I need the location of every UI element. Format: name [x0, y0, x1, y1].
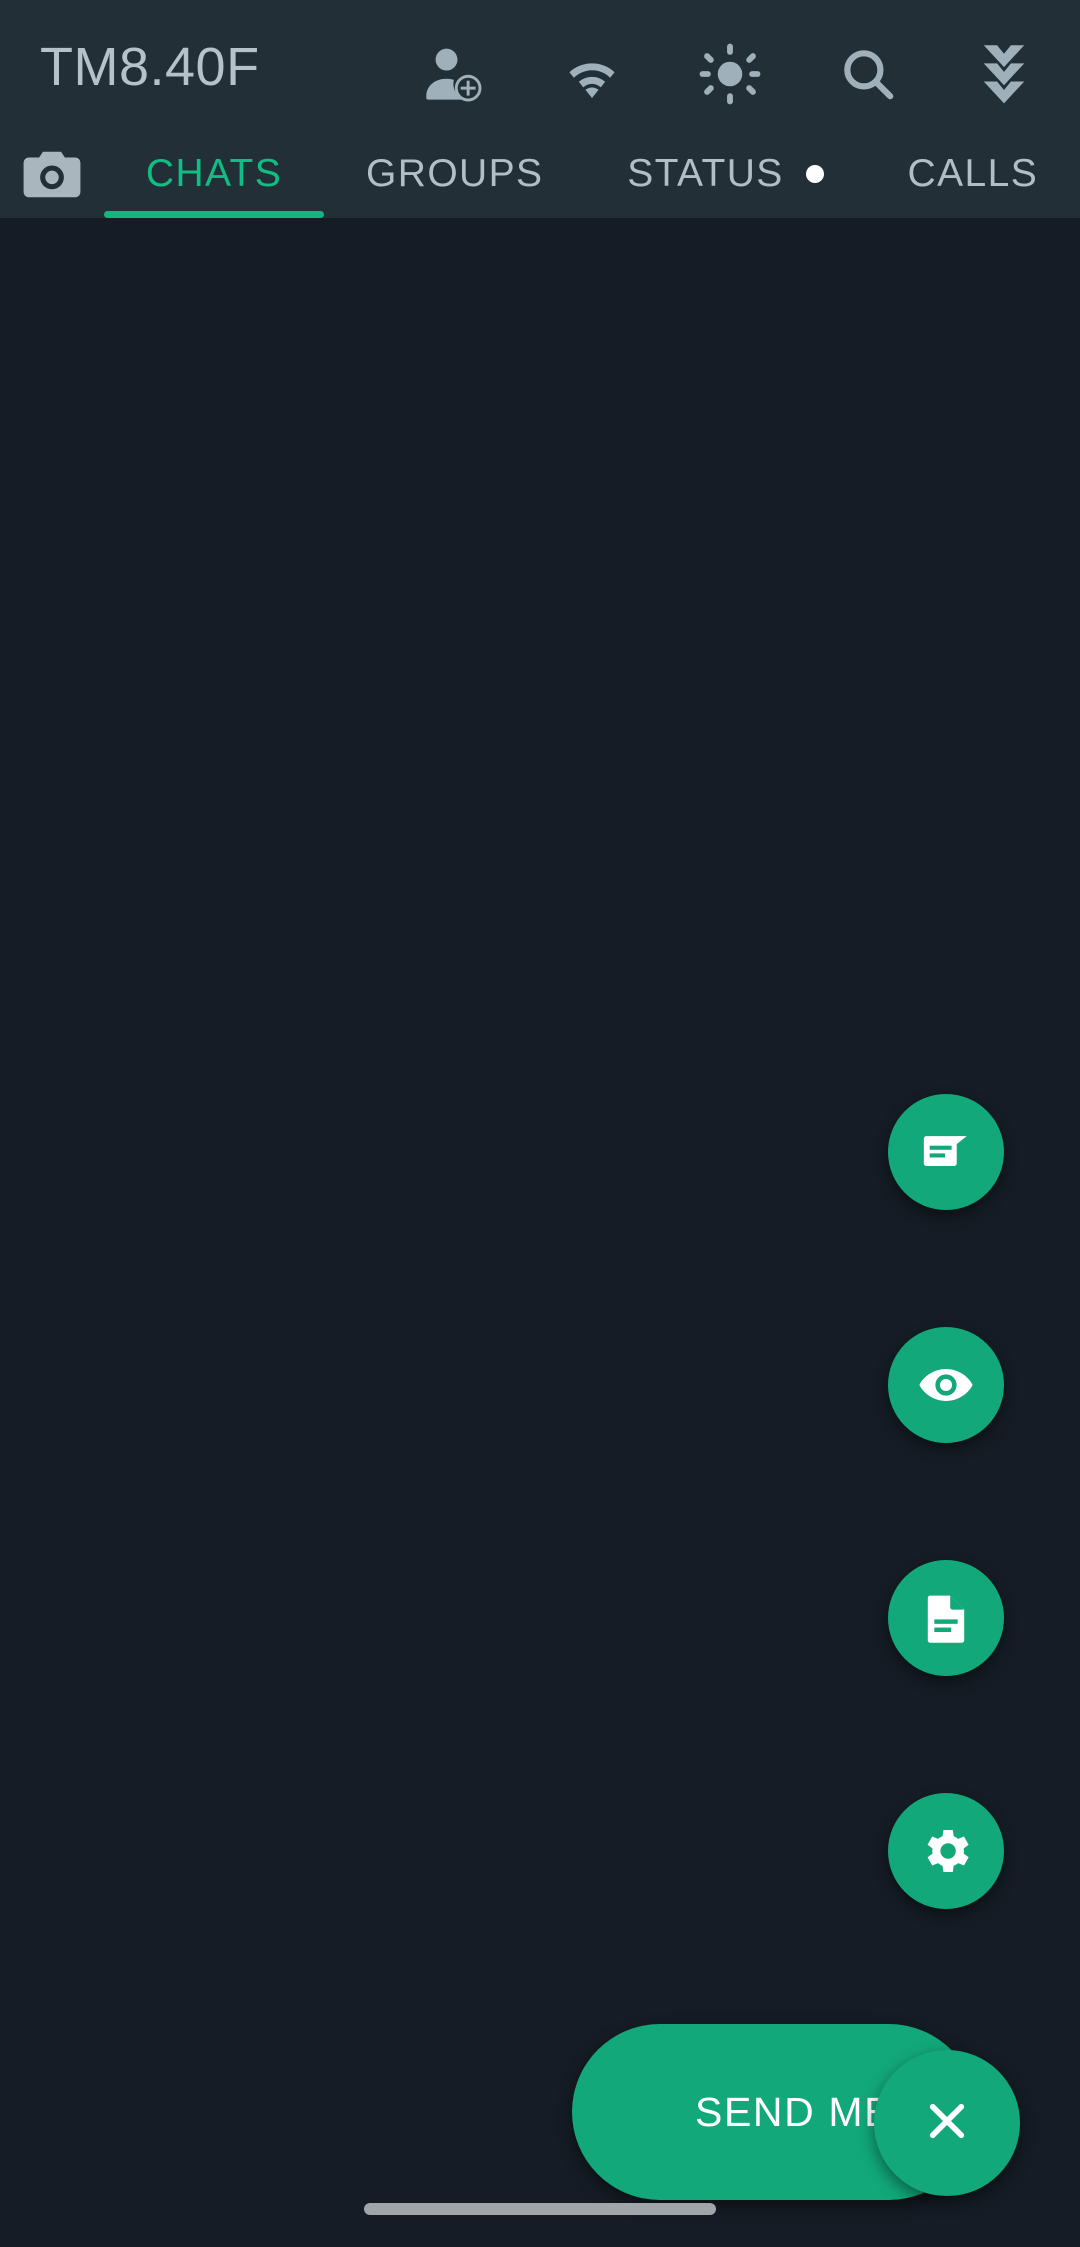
tab-groups-label: GROUPS	[366, 152, 544, 195]
status-badge	[805, 165, 824, 183]
eye-icon	[917, 1356, 975, 1414]
tab-chats-label: CHATS	[145, 152, 283, 195]
search-icon[interactable]	[832, 38, 904, 110]
tab-bar: CHATS GROUPS STATUS CALLS	[0, 130, 1080, 218]
fab-settings-button[interactable]	[888, 1793, 1004, 1909]
wifi-icon[interactable]	[556, 38, 628, 110]
tab-calls-label: CALLS	[907, 152, 1039, 195]
chat-list-empty-area	[0, 218, 1080, 2247]
tab-calls[interactable]: CALLS	[866, 130, 1080, 218]
page-title: TM8.40F	[40, 37, 260, 97]
chevron-double-down-icon[interactable]	[968, 38, 1040, 110]
fab-visibility-button[interactable]	[888, 1327, 1004, 1443]
tab-status[interactable]: STATUS	[585, 130, 865, 218]
message-icon	[918, 1124, 974, 1180]
fab-close-button[interactable]	[874, 2050, 1020, 2196]
home-indicator[interactable]	[364, 2203, 716, 2215]
gear-icon	[918, 1823, 974, 1879]
document-icon	[918, 1590, 974, 1646]
fab-document-button[interactable]	[888, 1560, 1004, 1676]
person-add-icon[interactable]	[418, 38, 490, 110]
brightness-icon[interactable]	[694, 38, 766, 110]
fab-message-button[interactable]	[888, 1094, 1004, 1210]
tab-groups[interactable]: GROUPS	[324, 130, 585, 218]
app-bar: TM8.40F CHATS GROUPS STATUS CALLS	[0, 0, 1080, 218]
close-icon	[921, 2095, 973, 2152]
tab-active-indicator	[104, 211, 325, 218]
tab-status-label: STATUS	[627, 152, 784, 195]
tab-chats[interactable]: CHATS	[104, 130, 325, 218]
camera-icon[interactable]	[0, 145, 104, 203]
